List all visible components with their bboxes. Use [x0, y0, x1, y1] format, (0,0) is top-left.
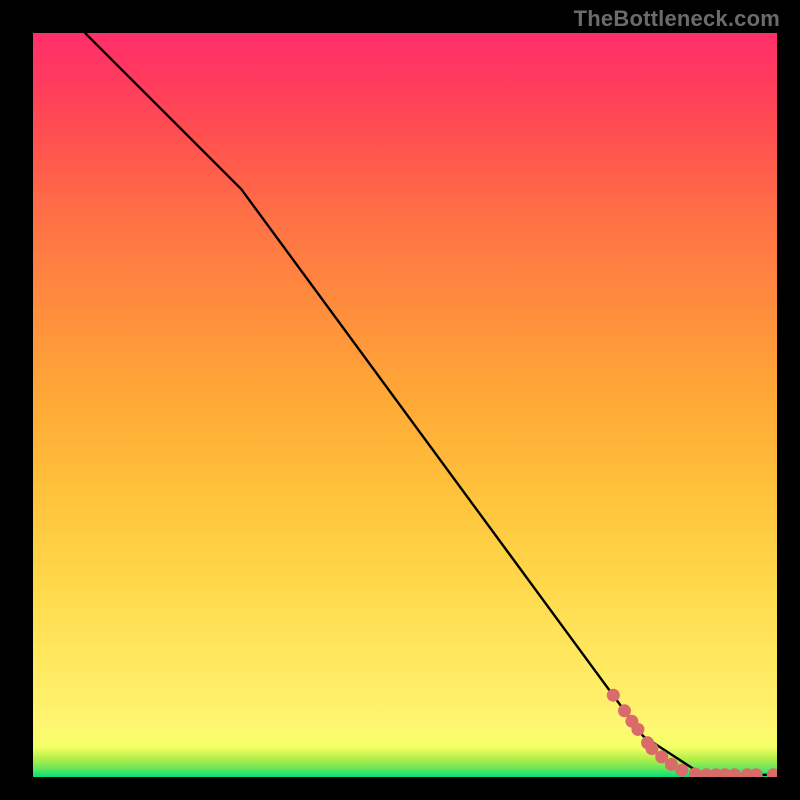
data-marker [728, 768, 741, 777]
data-marker [750, 768, 763, 777]
data-marker [631, 723, 644, 736]
data-marker [675, 764, 688, 777]
chart-svg [33, 33, 777, 777]
data-marker [607, 689, 620, 702]
data-marker [689, 768, 702, 778]
bottleneck-curve [85, 33, 777, 775]
plot-area [33, 33, 777, 777]
data-marker [618, 704, 631, 717]
chart-frame: TheBottleneck.com [0, 0, 800, 800]
watermark-text: TheBottleneck.com [574, 6, 780, 32]
data-marker [767, 768, 777, 777]
marker-group [607, 689, 777, 777]
